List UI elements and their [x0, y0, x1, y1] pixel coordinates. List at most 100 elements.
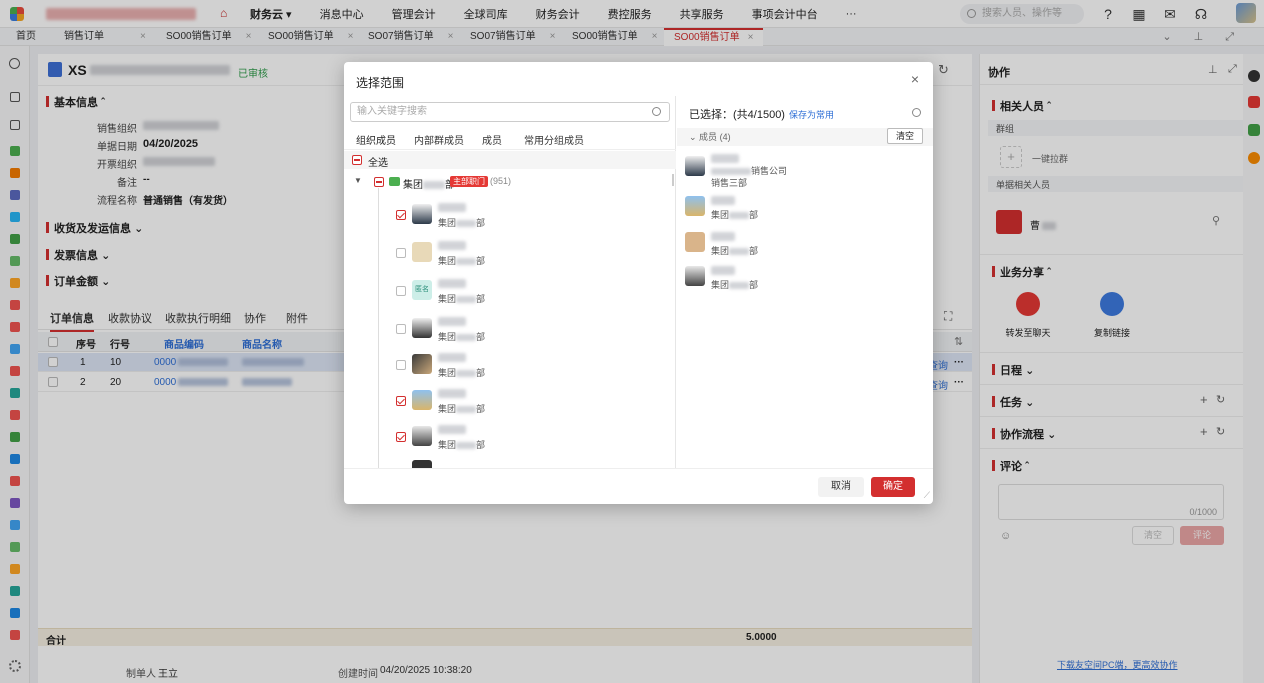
scrollbar-thumb[interactable]: [672, 174, 674, 186]
member-name: [438, 317, 466, 326]
member-name: [438, 425, 466, 434]
select-scope-dialog: 选择范围 × 输入关键字搜索 组织成员 内部群成员 成员 常用分组成员 全选 ▼…: [344, 62, 933, 504]
member-search-input[interactable]: 输入关键字搜索: [350, 102, 670, 122]
member-dept: 集团 部: [438, 216, 485, 229]
member-row[interactable]: 集团 部: [344, 422, 676, 458]
tab-common-group-members[interactable]: 常用分组成员: [524, 132, 584, 147]
member-avatar: [412, 354, 432, 374]
select-all-label: 全选: [368, 158, 388, 169]
member-name: [711, 196, 735, 205]
select-all-checkbox[interactable]: [352, 155, 362, 165]
main-department-tag: 主部职门: [450, 176, 488, 187]
chevron-down-icon: ⌄: [689, 132, 700, 142]
member-avatar: [685, 232, 705, 252]
member-row[interactable]: 集团 部: [344, 350, 676, 386]
member-search-placeholder: 输入关键字搜索: [357, 106, 427, 117]
member-name: [438, 203, 466, 212]
member-dept: 销售三部: [711, 178, 748, 188]
member-name: [711, 154, 739, 163]
member-dept-suffix: 部: [749, 210, 759, 220]
caret-down-icon[interactable]: ▼: [354, 176, 362, 185]
member-avatar: [412, 390, 432, 410]
selected-count-label: 已选择：(共4: [689, 109, 754, 121]
department-count: (951): [490, 176, 512, 186]
member-name: [711, 266, 735, 275]
member-dept-suffix: 部: [476, 294, 486, 304]
member-checkbox[interactable]: [396, 360, 406, 370]
department-name-blurred: [423, 181, 445, 190]
save-as-common-link[interactable]: 保存为常用: [789, 110, 834, 120]
member-checkbox[interactable]: [396, 324, 406, 334]
member-row[interactable]: 集团 部: [344, 314, 676, 350]
cancel-button[interactable]: 取消: [818, 477, 864, 497]
member-dept-prefix: 集团: [711, 210, 730, 220]
selected-member[interactable]: 销售公司 销售三部: [685, 154, 925, 188]
selected-member[interactable]: 集团 部: [685, 194, 925, 228]
member-dept: 集团 部: [711, 208, 758, 221]
search-icon[interactable]: [912, 108, 921, 117]
tab-members[interactable]: 成员: [482, 132, 502, 147]
member-checkbox[interactable]: [396, 396, 406, 406]
member-name: [438, 353, 466, 362]
member-dept-blurred: [456, 370, 477, 378]
member-name: [438, 279, 466, 288]
member-checkbox[interactable]: [396, 286, 406, 296]
member-dept-blurred: [729, 282, 750, 290]
member-picker: 输入关键字搜索 组织成员 内部群成员 成员 常用分组成员 全选 ▼ 集团部 主部…: [344, 96, 676, 468]
member-dept: 集团 部: [438, 254, 485, 267]
member-avatar-partial: [412, 460, 432, 468]
member-checkbox[interactable]: [396, 210, 406, 220]
clear-selected-button[interactable]: 清空: [886, 128, 923, 144]
member-row[interactable]: 集团 部: [344, 238, 676, 274]
selected-count-limit: /1500): [753, 109, 785, 121]
member-dept-prefix: 集团: [438, 294, 457, 304]
member-avatar: [412, 318, 432, 338]
selected-member[interactable]: 集团 部: [685, 230, 925, 264]
member-dept-blurred: [456, 258, 477, 266]
member-dept-suffix: 部: [476, 256, 486, 266]
member-dept-blurred: [456, 296, 477, 304]
member-dept-prefix: 集团: [438, 440, 457, 450]
group-count: (4): [719, 132, 731, 142]
tab-internal-group-members[interactable]: 内部群成员: [414, 132, 464, 147]
member-name: [711, 232, 735, 241]
member-name: [438, 241, 466, 250]
member-row[interactable]: 集团 部: [344, 200, 676, 236]
select-all-row[interactable]: 全选: [344, 151, 676, 169]
member-dept-blurred: [456, 334, 477, 342]
member-dept-blurred: [456, 220, 477, 228]
department-icon: [389, 177, 400, 186]
member-dept-prefix: 集团: [438, 218, 457, 228]
member-dept: 集团 部: [438, 292, 485, 305]
member-avatar: [685, 196, 705, 216]
member-dept-blurred: [729, 248, 750, 256]
member-dept-suffix: 部: [476, 332, 486, 342]
member-row[interactable]: 匿名 集团 部: [344, 276, 676, 312]
selected-member[interactable]: 集团 部: [685, 264, 925, 298]
member-checkbox[interactable]: [396, 248, 406, 258]
member-name: [438, 389, 466, 398]
department-name-prefix: 集团: [403, 180, 423, 191]
member-checkbox[interactable]: [396, 432, 406, 442]
member-dept-suffix: 部: [476, 404, 486, 414]
department-name: 集团部: [403, 176, 455, 191]
department-node[interactable]: ▼ 集团部 主部职门 (951): [344, 172, 676, 192]
member-dept-prefix: 集团: [438, 332, 457, 342]
member-dept-prefix: 集团: [711, 246, 730, 256]
member-row[interactable]: 集团 部: [344, 386, 676, 422]
member-avatar: [412, 426, 432, 446]
member-dept: 集团 部: [711, 278, 758, 291]
close-icon[interactable]: ×: [911, 71, 919, 87]
member-dept-blurred: [456, 442, 477, 450]
member-dept: 集团 部: [711, 244, 758, 257]
confirm-button[interactable]: 确定: [871, 477, 915, 497]
member-avatar: [685, 156, 705, 176]
resize-handle-icon[interactable]: ⟋: [924, 490, 930, 501]
selected-members-panel: 已选择：(共4/1500) 保存为常用 ⌄ 成员 (4) 清空 销售公司 销售三部…: [677, 96, 933, 468]
group-label: 成员: [699, 132, 718, 142]
anonymous-avatar: 匿名: [412, 280, 432, 300]
tab-org-members[interactable]: 组织成员: [356, 132, 396, 153]
department-checkbox[interactable]: [374, 177, 384, 187]
member-dept-prefix: 集团: [438, 404, 457, 414]
member-company-blurred: [711, 168, 751, 176]
